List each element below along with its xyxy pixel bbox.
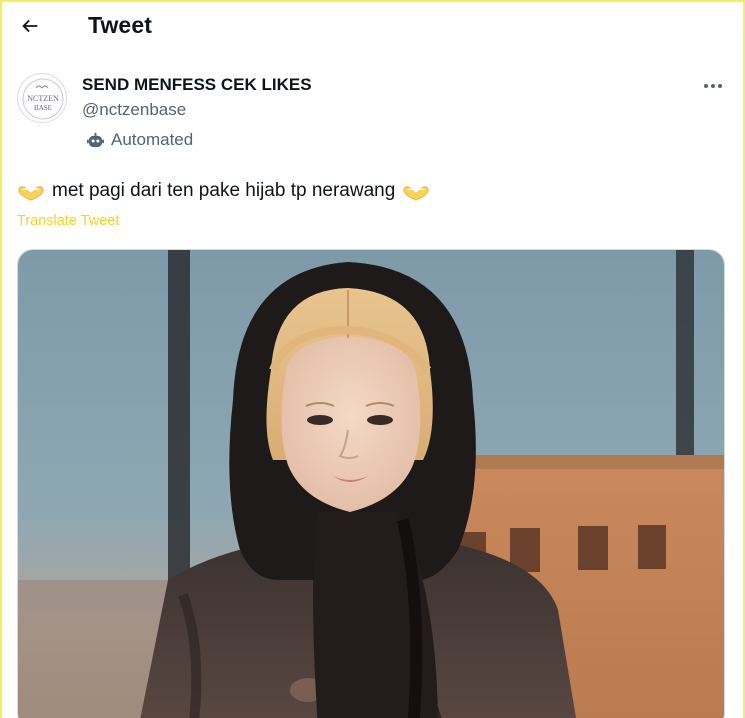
translate-tweet-link[interactable]: Translate Tweet: [17, 213, 119, 229]
back-button[interactable]: [14, 10, 46, 42]
more-horizontal-icon: [704, 84, 722, 88]
automated-badge: Automated: [86, 130, 193, 150]
tweet-media-photo[interactable]: [17, 249, 725, 718]
author-display-name[interactable]: SEND MENFESS CEK LIKES: [82, 75, 312, 95]
more-options-button[interactable]: [700, 74, 726, 98]
author-handle[interactable]: @nctzenbase: [82, 100, 186, 120]
avatar-logo: NCTZEN BASE: [19, 75, 66, 122]
page-header: Tweet: [0, 0, 745, 52]
arrow-left-icon: [22, 19, 38, 33]
photo-image: [18, 250, 724, 718]
robot-icon: [86, 132, 105, 147]
avatar-text-bottom: BASE: [34, 104, 52, 112]
heart-hands-emoji: [403, 186, 429, 201]
avatar[interactable]: NCTZEN BASE: [17, 73, 67, 123]
tweet-text: met pagi dari ten pake hijab tp nerawang: [17, 180, 430, 202]
page-title: Tweet: [88, 12, 152, 38]
heart-hands-emoji: [18, 186, 44, 201]
tweet-body: met pagi dari ten pake hijab tp nerawang: [52, 180, 396, 201]
automated-label: Automated: [111, 130, 194, 149]
avatar-text-top: NCTZEN: [27, 94, 59, 103]
